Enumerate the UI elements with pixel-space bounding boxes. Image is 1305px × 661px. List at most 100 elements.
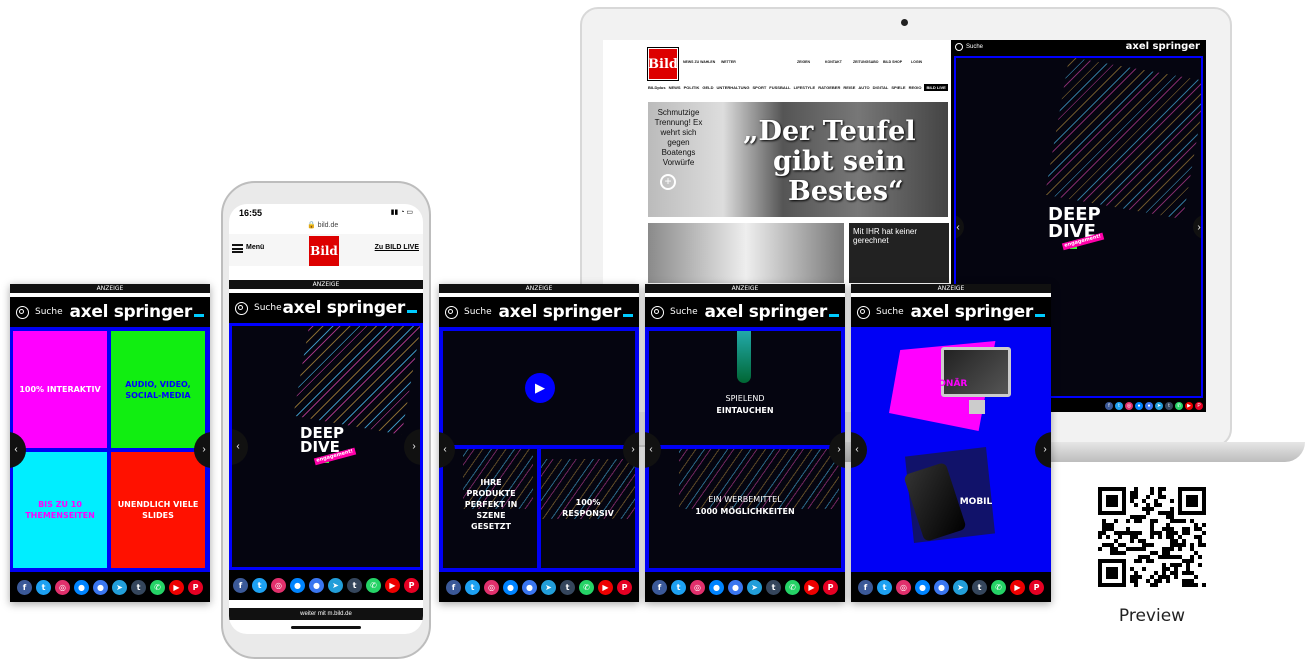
telegram-icon[interactable]: ➤ bbox=[328, 577, 343, 593]
instagram-icon[interactable]: ◎ bbox=[896, 579, 911, 595]
twitter-icon[interactable]: t bbox=[465, 579, 480, 595]
twitter-icon[interactable]: t bbox=[877, 579, 892, 595]
telegram-icon[interactable]: ➤ bbox=[747, 579, 762, 595]
telegram-icon[interactable]: ➤ bbox=[112, 579, 127, 595]
signal-icon[interactable]: ● bbox=[309, 577, 324, 593]
pinterest-icon[interactable]: P bbox=[823, 579, 838, 595]
feature-tile[interactable]: 100% INTERAKTIV bbox=[13, 331, 107, 448]
top-link[interactable]: WETTER bbox=[721, 60, 771, 78]
instagram-icon[interactable]: ◎ bbox=[690, 579, 705, 595]
responsive-tile[interactable]: 100% RESPONSIV bbox=[541, 449, 635, 568]
nav-item[interactable]: REGIO bbox=[909, 85, 922, 90]
pinterest-icon[interactable]: P bbox=[1195, 402, 1203, 410]
instagram-icon[interactable]: ◎ bbox=[55, 579, 70, 595]
nav-item[interactable]: BILDplus bbox=[648, 85, 666, 90]
top-link[interactable]: KONTAKT bbox=[825, 60, 853, 78]
nav-item[interactable]: DIGITAL bbox=[873, 85, 889, 90]
top-link[interactable]: NEWS ZU WAHLEN bbox=[683, 60, 721, 78]
video-tile[interactable]: ▶ bbox=[443, 331, 635, 445]
pinterest-icon[interactable]: P bbox=[188, 579, 203, 595]
messenger-icon[interactable]: ● bbox=[290, 577, 305, 593]
bild-logo[interactable]: Bild bbox=[647, 47, 679, 81]
tumblr-icon[interactable]: t bbox=[766, 579, 781, 595]
instagram-icon[interactable]: ◎ bbox=[484, 579, 499, 595]
dive-tile[interactable]: SPIELEND EINTAUCHEN bbox=[649, 331, 841, 445]
nav-item[interactable]: BILD LIVE bbox=[924, 83, 948, 91]
feature-tile[interactable]: AUDIO, VIDEO, SOCIAL-MEDIA bbox=[111, 331, 205, 448]
twitter-icon[interactable]: t bbox=[36, 579, 51, 595]
telegram-icon[interactable]: ➤ bbox=[953, 579, 968, 595]
top-link[interactable]: ZEITUNGSABO bbox=[853, 60, 883, 78]
search-button[interactable]: Suche bbox=[16, 305, 63, 319]
nav-item[interactable]: SPIELE bbox=[891, 85, 905, 90]
instagram-icon[interactable]: ◎ bbox=[1125, 402, 1133, 410]
twitter-icon[interactable]: t bbox=[1115, 402, 1123, 410]
feature-tile[interactable]: UNENDLICH VIELE SLIDES bbox=[111, 452, 205, 568]
next-arrow[interactable]: › bbox=[1035, 431, 1051, 468]
messenger-icon[interactable]: ● bbox=[74, 579, 89, 595]
tumblr-icon[interactable]: t bbox=[1165, 402, 1173, 410]
signal-icon[interactable]: ● bbox=[728, 579, 743, 595]
nav-item[interactable]: REISE bbox=[843, 85, 855, 90]
feature-tile[interactable]: BIS ZU 10 THEMENSEITEN bbox=[13, 452, 107, 568]
phone-footer[interactable]: weiter mit m.bild.de bbox=[229, 608, 423, 620]
facebook-icon[interactable]: f bbox=[652, 579, 667, 595]
top-link[interactable]: BILD SHOP bbox=[883, 60, 911, 78]
top-link[interactable]: LOGIN bbox=[911, 60, 931, 78]
teaser-image[interactable] bbox=[648, 223, 844, 283]
tumblr-icon[interactable]: t bbox=[972, 579, 987, 595]
facebook-icon[interactable]: f bbox=[17, 579, 32, 595]
nav-item[interactable]: LIFESTYLE bbox=[794, 85, 816, 90]
nav-item[interactable]: GELD bbox=[702, 85, 713, 90]
nav-item[interactable]: RATGEBER bbox=[818, 85, 840, 90]
instagram-icon[interactable]: ◎ bbox=[271, 577, 286, 593]
search-button[interactable]: Suche bbox=[235, 301, 282, 315]
menu-icon[interactable] bbox=[232, 244, 243, 253]
pinterest-icon[interactable]: P bbox=[617, 579, 632, 595]
facebook-icon[interactable]: f bbox=[233, 577, 248, 593]
next-arrow[interactable]: › bbox=[1193, 215, 1201, 239]
facebook-icon[interactable]: f bbox=[446, 579, 461, 595]
youtube-icon[interactable]: ▶ bbox=[804, 579, 819, 595]
nav-item[interactable]: NEWS bbox=[669, 85, 681, 90]
nav-item[interactable]: FUSSBALL bbox=[769, 85, 790, 90]
prev-arrow[interactable]: ‹ bbox=[956, 215, 964, 239]
twitter-icon[interactable]: t bbox=[671, 579, 686, 595]
top-link[interactable]: ZEIGEN bbox=[797, 60, 825, 78]
bild-live-link[interactable]: Zu BILD LIVE bbox=[375, 244, 419, 251]
product-tile[interactable]: IHRE PRODUKTE PERFEKT IN SZENE GESETZT bbox=[443, 449, 537, 568]
messenger-icon[interactable]: ● bbox=[1135, 402, 1143, 410]
signal-icon[interactable]: ● bbox=[522, 579, 537, 595]
play-button[interactable]: ▶ bbox=[525, 373, 555, 403]
messenger-icon[interactable]: ● bbox=[503, 579, 518, 595]
tumblr-icon[interactable]: t bbox=[131, 579, 146, 595]
search-button[interactable]: Suche bbox=[651, 305, 698, 319]
whatsapp-icon[interactable]: ✆ bbox=[1175, 402, 1183, 410]
nav-item[interactable]: AUTO bbox=[858, 85, 869, 90]
signal-icon[interactable]: ● bbox=[934, 579, 949, 595]
youtube-icon[interactable]: ▶ bbox=[1185, 402, 1193, 410]
teaser-2[interactable]: Mit IHR hat keiner gerechnet bbox=[849, 223, 949, 283]
whatsapp-icon[interactable]: ✆ bbox=[579, 579, 594, 595]
tumblr-icon[interactable]: t bbox=[347, 577, 362, 593]
nav-item[interactable]: SPORT bbox=[753, 85, 767, 90]
twitter-icon[interactable]: t bbox=[252, 577, 267, 593]
qr-code[interactable] bbox=[1098, 487, 1206, 587]
whatsapp-icon[interactable]: ✆ bbox=[785, 579, 800, 595]
whatsapp-icon[interactable]: ✆ bbox=[366, 577, 381, 593]
possibilities-tile[interactable]: EIN WERBEMITTEL 1000 MÖGLICHKEITEN bbox=[649, 449, 841, 568]
whatsapp-icon[interactable]: ✆ bbox=[150, 579, 165, 595]
whatsapp-icon[interactable]: ✆ bbox=[991, 579, 1006, 595]
telegram-icon[interactable]: ➤ bbox=[541, 579, 556, 595]
telegram-icon[interactable]: ➤ bbox=[1155, 402, 1163, 410]
youtube-icon[interactable]: ▶ bbox=[598, 579, 613, 595]
youtube-icon[interactable]: ▶ bbox=[385, 577, 400, 593]
signal-icon[interactable]: ● bbox=[1145, 402, 1153, 410]
next-arrow[interactable]: › bbox=[404, 428, 420, 465]
menu-label[interactable]: Menü bbox=[246, 244, 264, 251]
prev-arrow[interactable]: ‹ bbox=[232, 428, 248, 465]
youtube-icon[interactable]: ▶ bbox=[169, 579, 184, 595]
tumblr-icon[interactable]: t bbox=[560, 579, 575, 595]
prev-arrow[interactable]: ‹ bbox=[851, 431, 867, 468]
facebook-icon[interactable]: f bbox=[858, 579, 873, 595]
